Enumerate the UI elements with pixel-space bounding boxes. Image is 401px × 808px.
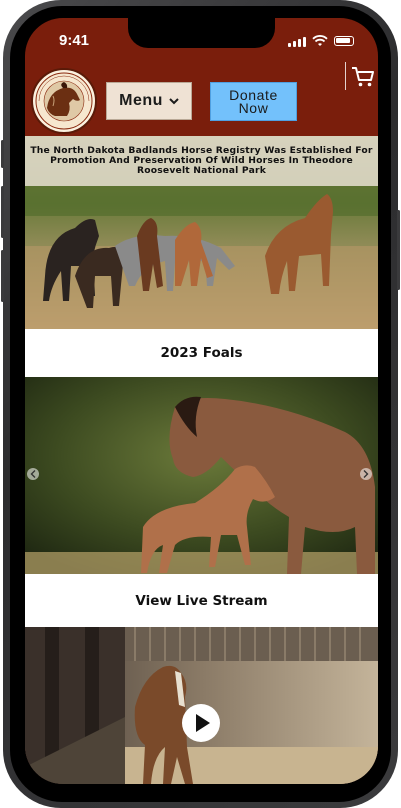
live-stream-caption-label: View Live Stream [135, 592, 268, 609]
chevron-left-icon [30, 470, 36, 478]
foals-caption[interactable]: 2023 Foals [25, 329, 378, 377]
foal-carousel [25, 377, 378, 574]
status-bar: 9:41 [25, 18, 378, 66]
foals-caption-label: 2023 Foals [160, 345, 243, 361]
live-stream-caption[interactable]: View Live Stream [25, 574, 378, 627]
cart-icon[interactable] [351, 66, 375, 88]
header-divider [345, 62, 346, 90]
status-icons [288, 35, 354, 47]
power-button [397, 210, 400, 290]
app-screen: 9:41 Menu Donate Now The North Dakota Ba… [25, 18, 378, 784]
notch [128, 18, 275, 48]
play-icon [196, 714, 210, 732]
live-stream-video[interactable] [25, 627, 378, 784]
mute-switch [1, 140, 4, 168]
wifi-icon [312, 35, 328, 46]
hero-image: The North Dakota Badlands Horse Registry… [25, 136, 378, 329]
menu-label: Menu [119, 92, 163, 109]
mission-banner: The North Dakota Badlands Horse Registry… [25, 136, 378, 186]
donate-label: Donate Now [229, 86, 278, 116]
battery-icon [334, 36, 354, 46]
volume-down-button [1, 250, 4, 302]
carousel-prev-button[interactable] [27, 468, 39, 480]
carousel-next-button[interactable] [360, 468, 372, 480]
cellular-signal-icon [288, 36, 306, 47]
mare-and-foal-photo [25, 377, 378, 574]
site-logo[interactable] [31, 68, 97, 134]
play-button[interactable] [182, 704, 220, 742]
donate-button[interactable]: Donate Now [210, 82, 297, 121]
mission-statement: The North Dakota Badlands Horse Registry… [30, 145, 373, 176]
volume-up-button [1, 186, 4, 238]
chevron-right-icon [363, 470, 369, 478]
logo-emblem [35, 72, 93, 130]
status-time: 9:41 [59, 32, 90, 49]
chevron-down-icon [169, 98, 179, 105]
menu-button[interactable]: Menu [106, 82, 192, 120]
